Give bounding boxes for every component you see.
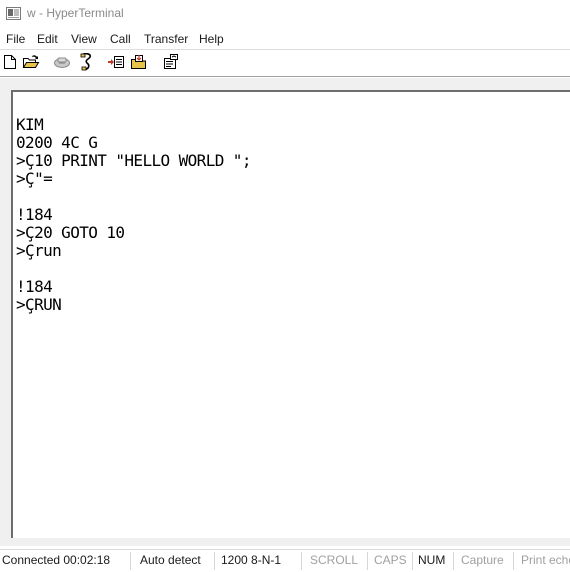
terminal-line: 0200 4C G [16,133,98,152]
terminal-screen[interactable]: KIM 0200 4C G >Ç10 PRINT "HELLO WORLD ";… [11,90,570,538]
status-print-echo: Print echo [521,553,570,567]
status-separator [453,552,454,570]
status-settings: 1200 8-N-1 [221,553,282,567]
terminal-line: !184 [16,277,53,296]
terminal-line: >Ç20 GOTO 10 [16,223,125,242]
send-icon[interactable] [107,53,125,71]
status-bar: Connected 00:02:18 Auto detect 1200 8-N-… [0,549,570,572]
status-num: NUM [418,553,446,567]
status-separator [214,552,215,570]
open-icon[interactable] [22,53,40,71]
phone-icon[interactable] [53,53,71,71]
menu-view[interactable]: View [71,32,97,46]
terminal-line: >Çrun [16,241,62,260]
terminal-line: !184 [16,205,53,224]
menu-help[interactable]: Help [199,32,224,46]
terminal-line: >ÇRUN [16,295,62,314]
menu-file[interactable]: File [6,32,25,46]
new-icon[interactable] [1,53,19,71]
status-capture: Capture [461,553,504,567]
terminal-line: >Ç10 PRINT "HELLO WORLD "; [16,151,251,170]
menu-edit[interactable]: Edit [37,32,58,46]
receive-icon[interactable] [130,53,148,71]
terminal-output: KIM 0200 4C G >Ç10 PRINT "HELLO WORLD ";… [16,116,251,314]
hyperterminal-window: w - HyperTerminal File Edit View Call Tr… [0,0,570,572]
status-separator [130,552,131,570]
status-separator [412,552,413,570]
menu-bar: File Edit View Call Transfer Help [0,29,570,49]
toolbar [0,50,570,76]
title-bar[interactable]: w - HyperTerminal [0,0,570,28]
status-scroll: SCROLL [310,553,359,567]
status-separator [367,552,368,570]
status-separator [301,552,302,570]
status-detect: Auto detect [140,553,201,567]
menu-transfer[interactable]: Transfer [144,32,188,46]
status-separator [513,552,514,570]
hyperterminal-app-icon [6,7,21,20]
status-caps: CAPS [374,553,407,567]
status-connected: Connected 00:02:18 [2,553,111,567]
menu-call[interactable]: Call [110,32,131,46]
properties-icon[interactable] [162,53,180,71]
disconnect-icon[interactable] [77,53,95,71]
window-title: w - HyperTerminal [27,6,124,20]
terminal-line: >Ç"= [16,169,53,188]
terminal-line: KIM [16,115,44,134]
